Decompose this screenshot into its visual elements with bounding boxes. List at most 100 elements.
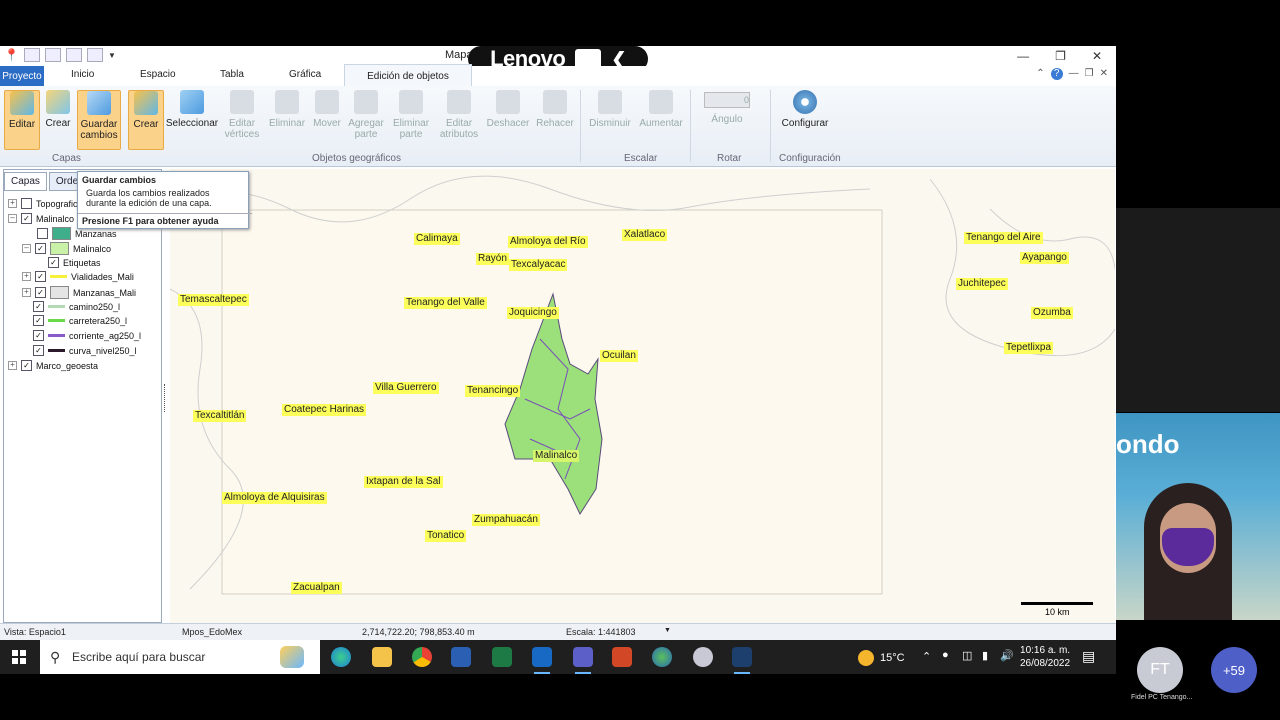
deshacer-button[interactable]: Deshacer [487, 90, 529, 129]
delete-part-icon [399, 90, 423, 114]
layer-row[interactable]: ✓ carretera250_l [33, 315, 127, 326]
expand-icon[interactable]: + [22, 272, 31, 281]
teams-icon[interactable] [573, 647, 593, 674]
volume-icon[interactable]: 🔊 [1000, 649, 1014, 662]
aumentar-button[interactable]: Aumentar [639, 90, 683, 129]
panel-splitter[interactable] [164, 384, 168, 412]
layer-checkbox[interactable]: ✓ [33, 315, 44, 326]
expand-icon[interactable]: + [8, 199, 17, 208]
layer-swatch [50, 286, 69, 299]
editar-atributos-button[interactable]: Editar atributos [438, 90, 480, 140]
layer-checkbox[interactable]: ✓ [35, 271, 46, 282]
layer-checkbox[interactable]: ✓ [33, 330, 44, 341]
weather-widget[interactable]: 15°C [858, 650, 905, 666]
tab-espacio[interactable]: Espacio [140, 69, 176, 80]
map-canvas[interactable]: Calimaya Almoloya del Río Xalatlaco Rayó… [170, 169, 1115, 623]
remote-app-icon[interactable] [693, 647, 713, 667]
tab-proyecto[interactable]: Proyecto [0, 66, 44, 86]
layer-row[interactable]: + Topografic [8, 198, 78, 209]
layer-row[interactable]: ✓ curva_nivel250_l [33, 345, 137, 356]
taskbar-search[interactable]: ⚲ Escribe aquí para buscar [40, 640, 320, 674]
tab-tabla[interactable]: Tabla [220, 69, 244, 80]
tab-capas[interactable]: Capas [4, 172, 47, 191]
layer-checkbox[interactable]: ✓ [33, 301, 44, 312]
guardar-cambios-button[interactable]: Guardar cambios [77, 90, 121, 150]
chrome-icon[interactable] [412, 647, 432, 667]
disminuir-button[interactable]: Disminuir [588, 90, 632, 129]
layer-checkbox[interactable] [37, 228, 48, 239]
editar-vertices-button[interactable]: Editar vértices [224, 90, 260, 140]
expand-icon[interactable]: + [8, 361, 17, 370]
layer-checkbox[interactable]: ✓ [33, 345, 44, 356]
layer-row[interactable]: + ✓ Marco_geoesta [8, 360, 98, 371]
map-pin-icon[interactable]: 📍 [4, 48, 19, 62]
layer-checkbox[interactable]: ✓ [21, 213, 32, 224]
microphone-icon[interactable]: ● [942, 649, 949, 661]
collapse-icon[interactable]: – [22, 244, 31, 253]
layer-row[interactable]: ✓ camino250_l [33, 301, 120, 312]
windows-start-icon[interactable] [12, 650, 26, 664]
word-icon[interactable] [451, 647, 471, 667]
customize-dropdown-icon[interactable]: ▼ [108, 51, 116, 60]
layers-panel: Capas Orden + Topografic – ✓ Malinalco M… [3, 169, 162, 623]
edge-icon[interactable] [331, 647, 351, 667]
powerpoint-icon[interactable] [612, 647, 632, 667]
mover-button[interactable]: Mover [311, 90, 343, 129]
agregar-parte-button[interactable]: Agregar parte [348, 90, 384, 140]
layer-row[interactable]: + ✓ Vialidades_Mali [22, 271, 134, 282]
seleccionar-button[interactable]: Seleccionar [166, 90, 218, 129]
layer-row[interactable]: – ✓ Malinalco [22, 242, 111, 255]
tab-edicion-objetos[interactable]: Edición de objetos [344, 64, 472, 87]
minimize-icon[interactable]: — [1017, 49, 1029, 63]
excel-icon[interactable] [492, 647, 512, 667]
gis-app-icon[interactable] [732, 647, 752, 674]
edit-vertices-icon [230, 90, 254, 114]
configurar-button[interactable]: Configurar [782, 90, 828, 129]
participant-avatar[interactable]: FT [1137, 647, 1183, 693]
globe-app-icon[interactable] [652, 647, 672, 667]
battery-icon[interactable]: ▮ [982, 649, 988, 662]
scale-dropdown-icon[interactable]: ▼ [664, 627, 671, 634]
map-label: Juchitepec [956, 278, 1008, 290]
restore-icon[interactable]: ❐ [1055, 49, 1066, 63]
close-doc-icon[interactable]: ✕ [1100, 68, 1108, 80]
network-icon[interactable]: ◫ [962, 649, 972, 662]
angle-input[interactable]: 0 [704, 92, 750, 108]
minimize-doc-icon[interactable]: — [1069, 68, 1079, 80]
outlook-icon[interactable] [532, 647, 552, 674]
tab-inicio[interactable]: Inicio [71, 69, 94, 80]
layer-checkbox[interactable]: ✓ [21, 360, 32, 371]
expand-icon[interactable]: + [22, 288, 31, 297]
help-icon[interactable]: ? [1050, 68, 1063, 80]
clock-date: 26/08/2022 [1020, 658, 1071, 669]
layer-row[interactable]: + ✓ Manzanas_Mali [22, 286, 136, 299]
map-label: Tenango del Valle [404, 297, 487, 309]
eliminar-button[interactable]: Eliminar [268, 90, 306, 129]
layer-checkbox[interactable] [21, 198, 32, 209]
tab-grafica[interactable]: Gráfica [289, 69, 321, 80]
collapse-ribbon-icon[interactable]: ⌃ [1036, 68, 1044, 80]
open-folder-icon[interactable] [44, 48, 61, 62]
layer-row[interactable]: ✓ corriente_ag250_l [33, 330, 141, 341]
file-explorer-icon[interactable] [372, 647, 392, 667]
layer-checkbox[interactable]: ✓ [35, 243, 46, 254]
more-participants-badge[interactable]: +59 [1211, 647, 1257, 693]
collapse-icon[interactable]: – [8, 214, 17, 223]
layer-checkbox[interactable]: ✓ [35, 287, 46, 298]
print-icon[interactable] [86, 48, 103, 62]
editar-button[interactable]: Editar [4, 90, 40, 150]
layer-row[interactable]: ✓ Etiquetas [48, 257, 101, 268]
save-icon[interactable] [65, 48, 82, 62]
rehacer-button[interactable]: Rehacer [536, 90, 574, 129]
new-document-icon[interactable] [23, 48, 40, 62]
crear-capa-button[interactable]: Crear [44, 90, 72, 129]
crear-objeto-button[interactable]: Crear [128, 90, 164, 150]
eliminar-parte-button[interactable]: Eliminar parte [392, 90, 430, 140]
layer-checkbox[interactable]: ✓ [48, 257, 59, 268]
layer-row[interactable]: – ✓ Malinalco [8, 213, 74, 224]
close-icon[interactable]: ✕ [1092, 49, 1102, 63]
notifications-icon[interactable]: ▤ [1082, 648, 1095, 665]
clock[interactable]: 10:16 a. m. 26/08/2022 [1020, 644, 1070, 670]
chevron-up-icon[interactable]: ⌃ [922, 650, 931, 663]
restore-doc-icon[interactable]: ❐ [1085, 68, 1094, 80]
